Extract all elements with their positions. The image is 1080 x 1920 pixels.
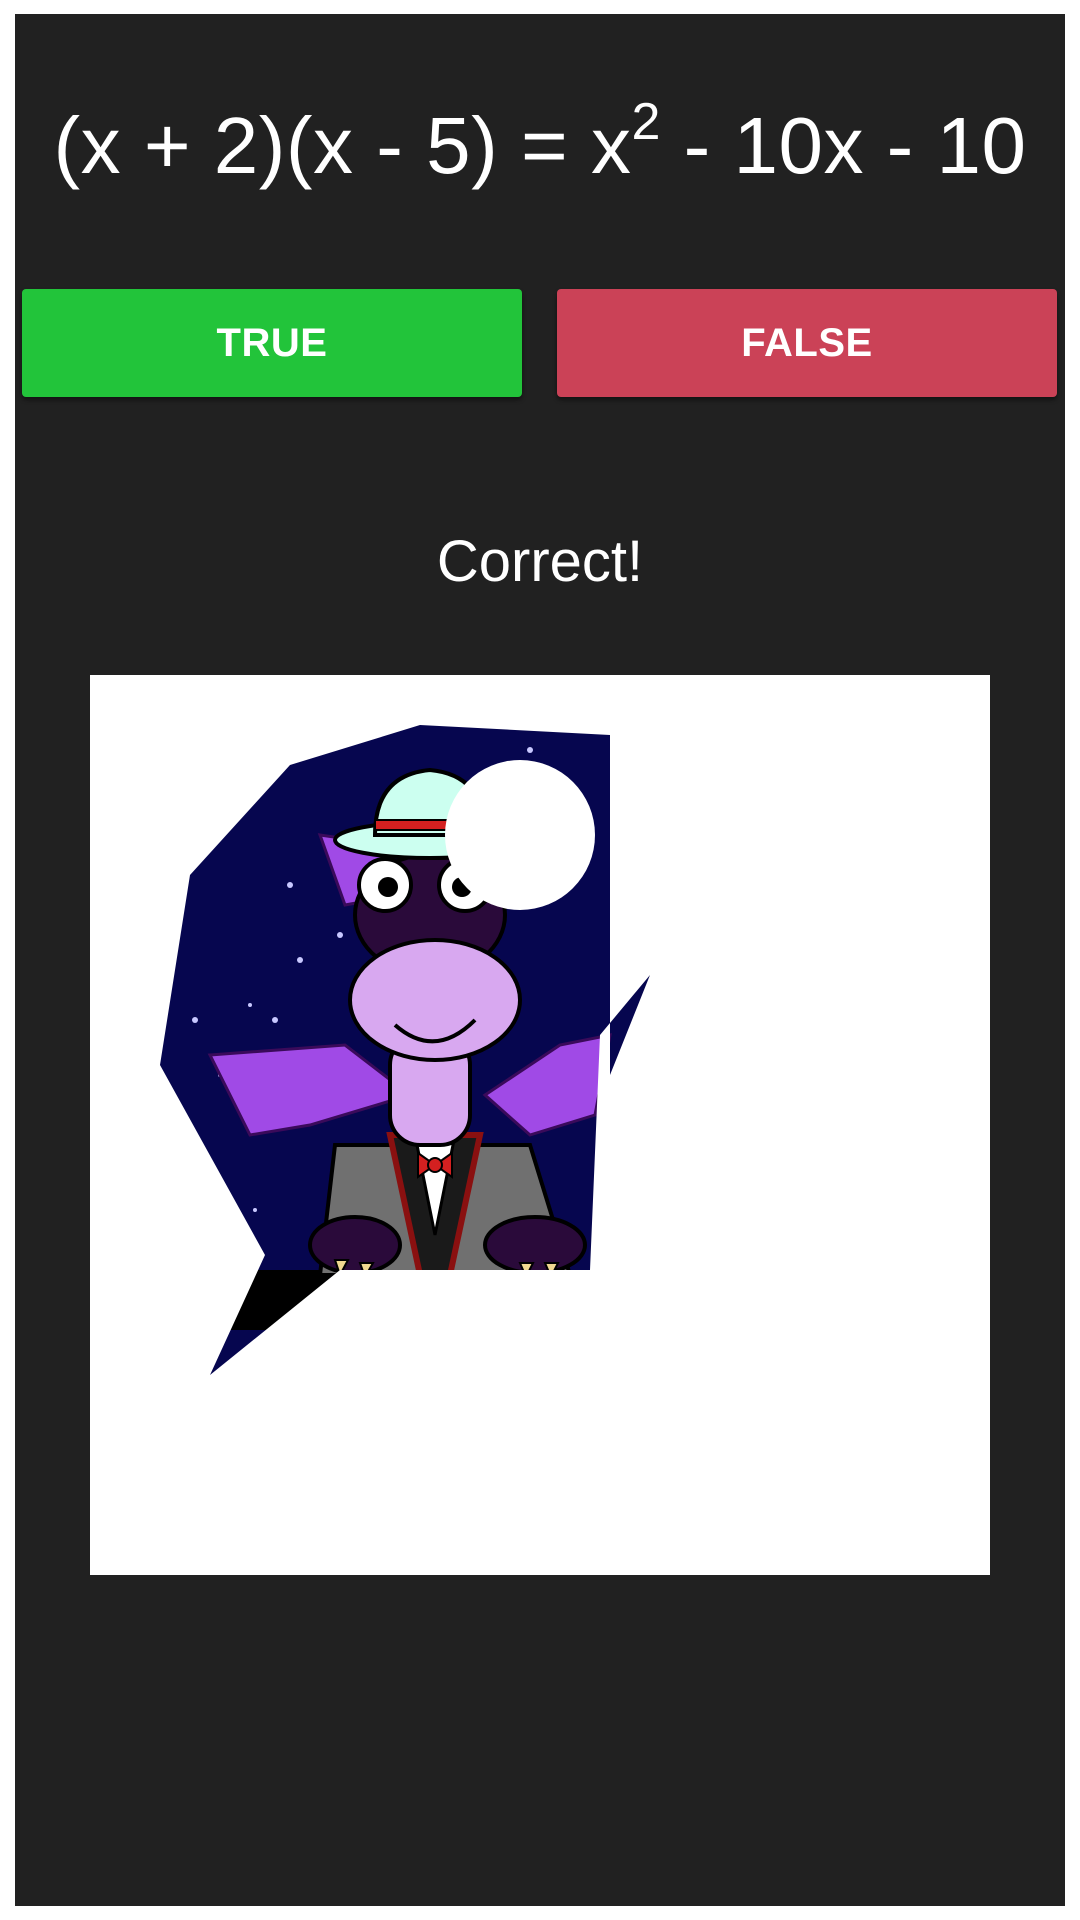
reward-picture [90,675,990,1575]
app-screen: (x + 2)(x - 5) = x2 - 10x - 10 TRUE FALS… [15,14,1065,1906]
false-button[interactable]: FALSE [557,289,1057,397]
dragon-in-bowler-hat-icon [90,675,990,1575]
equation-text: (x + 2)(x - 5) = x2 - 10x - 10 [15,93,1065,206]
false-button-label: FALSE [741,320,873,365]
feedback-text: Correct! [436,529,644,594]
true-button[interactable]: TRUE [22,289,522,397]
equation-rhs: - 10x - 10 [660,101,1027,190]
equation-exponent: 2 [631,93,661,151]
equation-lhs: (x + 2)(x - 5) = x [53,101,632,190]
true-button-label: TRUE [216,320,328,365]
